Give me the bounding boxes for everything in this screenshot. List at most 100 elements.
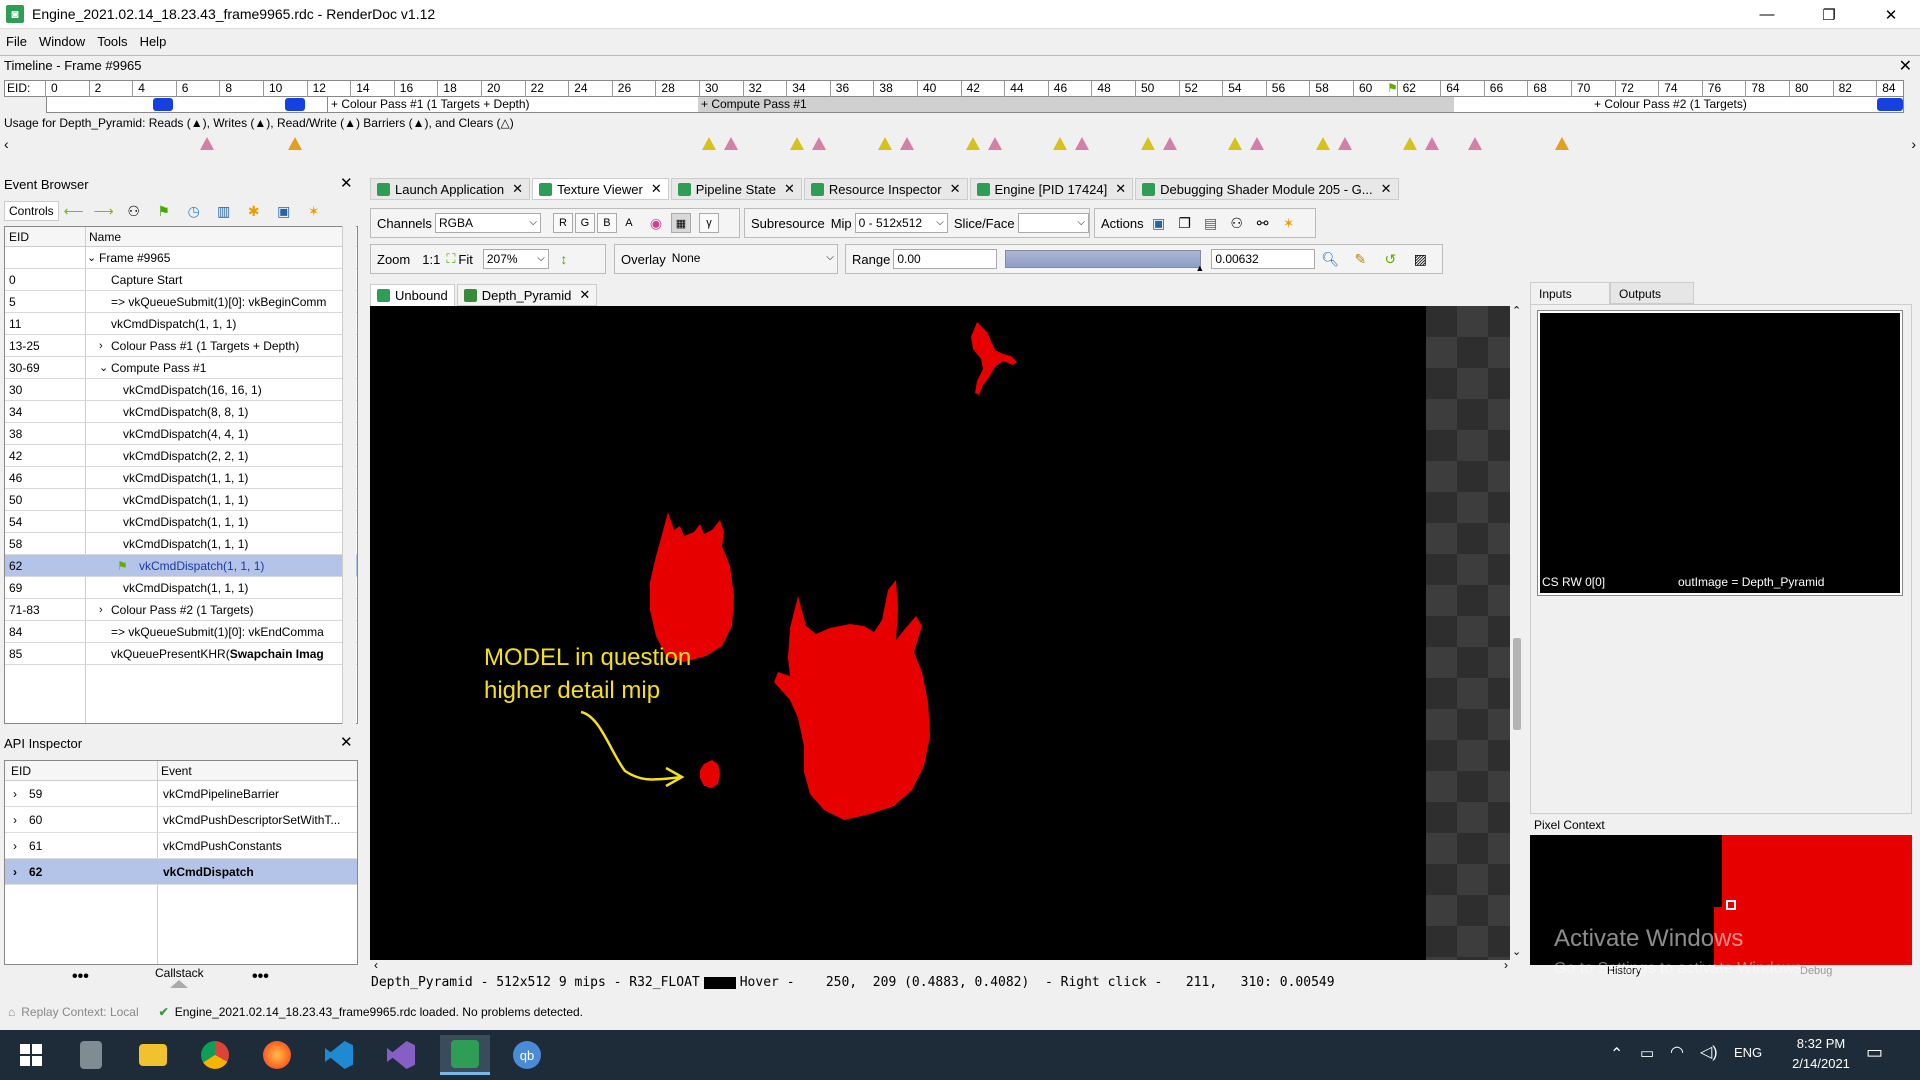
save-texture-icon[interactable]: ▣ [1150, 214, 1168, 232]
event-browser-close-icon[interactable]: ✕ [340, 174, 353, 192]
close-tab-icon[interactable]: ✕ [784, 181, 795, 197]
menu-tools[interactable]: Tools [97, 34, 127, 49]
event-row[interactable]: 58 vkCmdDispatch(1, 1, 1) [5, 533, 357, 555]
event-row[interactable]: 85 vkQueuePresentKHR(Swapchain Imag [5, 643, 357, 665]
event-row[interactable]: 30 vkCmdDispatch(16, 16, 1) [5, 379, 357, 401]
event-row[interactable]: 30-69 ⌄ Compute Pass #1 [5, 357, 357, 379]
event-row[interactable]: 11 vkCmdDispatch(1, 1, 1) [5, 313, 357, 335]
event-row[interactable]: 50 vkCmdDispatch(1, 1, 1) [5, 489, 357, 511]
collapse-chevron-icon[interactable]: ⌄ [87, 247, 96, 269]
menu-help[interactable]: Help [140, 34, 167, 49]
timeline-close-icon[interactable]: ✕ [1899, 56, 1912, 76]
close-tab-icon[interactable]: ✕ [579, 287, 590, 303]
expand-chevron-icon[interactable]: › [13, 807, 17, 833]
event-row[interactable]: 46 vkCmdDispatch(1, 1, 1) [5, 467, 357, 489]
plugin-icon[interactable]: ✶ [1280, 214, 1298, 232]
show-hidden-icons-icon[interactable]: ⌃ [1610, 1044, 1623, 1064]
green-channel-toggle[interactable]: G [574, 213, 595, 233]
expand-chevron-icon[interactable]: › [99, 335, 103, 357]
zoom-select[interactable]: 207% ⌵ [482, 249, 549, 269]
close-tab-icon[interactable]: ✕ [1115, 181, 1126, 197]
flip-y-icon[interactable]: ↕ [555, 250, 573, 268]
range-min-input[interactable]: 0.00 [893, 249, 998, 269]
event-row[interactable]: 5 => vkQueueSubmit(1)[0]: vkBeginComm [5, 291, 357, 313]
color-wheel-icon[interactable]: ◉ [647, 214, 665, 232]
zoom-range-icon[interactable]: 🔍︎ [1321, 250, 1339, 268]
timeline-pass-colour2[interactable]: + Colour Pass #2 (1 Targets) [1591, 97, 1891, 112]
api-row[interactable]: › 59 vkCmdPipelineBarrier [5, 781, 357, 807]
api-inspector-list[interactable]: EID Event › 59 vkCmdPipelineBarrier › 60 vkCm… [4, 760, 358, 965]
gamma-toggle[interactable]: γ [698, 213, 719, 233]
overlay-select[interactable]: None ⌵ [669, 249, 837, 269]
back-arrow-icon[interactable]: ⟵ [64, 202, 84, 220]
histogram-icon[interactable]: ▨ [1411, 250, 1429, 268]
menu-file[interactable]: File [6, 34, 27, 49]
file-explorer-app[interactable] [128, 1035, 178, 1075]
settings-gear-icon[interactable]: ✱ [245, 202, 263, 220]
api-inspector-close-icon[interactable]: ✕ [340, 733, 353, 751]
blue-channel-toggle[interactable]: B [596, 213, 617, 233]
bookmark-flag-icon[interactable]: ⚑ [155, 202, 173, 220]
timing-clock-icon[interactable]: ◷ [185, 202, 203, 220]
event-row[interactable]: 42 vkCmdDispatch(2, 2, 1) [5, 445, 357, 467]
link-icon[interactable]: ⚯ [1254, 214, 1272, 232]
close-tab-icon[interactable]: ✕ [950, 181, 961, 197]
reset-range-icon[interactable]: ↺ [1381, 250, 1399, 268]
range-histogram-slider[interactable]: ▲ [1005, 250, 1204, 273]
fit-icon[interactable]: ⛶ [446, 251, 455, 267]
vertical-scroll-thumb[interactable] [1513, 638, 1521, 730]
event-row[interactable]: 62 ⚑ vkCmdDispatch(1, 1, 1) [5, 555, 357, 577]
tab-debugging-shader[interactable]: Debugging Shader Module 205 - G... ✕ [1135, 178, 1399, 200]
api-row[interactable]: › 61 vkCmdPushConstants [5, 833, 357, 859]
tab-unbound[interactable]: Unbound [370, 284, 455, 306]
visual-studio-app[interactable] [376, 1035, 426, 1075]
renderdoc-taskbar-app[interactable] [440, 1035, 490, 1075]
slice-face-select[interactable]: ⌵ [1017, 213, 1089, 233]
plugin-icon[interactable]: ✶ [305, 202, 323, 220]
event-row[interactable]: 71-83 › Colour Pass #2 (1 Targets) [5, 599, 357, 621]
tab-pipeline-state[interactable]: Pipeline State ✕ [670, 178, 802, 200]
expand-chevron-icon[interactable]: › [99, 599, 103, 621]
output-thumbnail[interactable] [1537, 310, 1903, 596]
more-dots-right[interactable]: ••• [252, 968, 269, 986]
start-button[interactable] [6, 1035, 56, 1075]
channels-select[interactable]: RGBA ⌵ [434, 213, 541, 233]
event-row[interactable]: 13-25 › Colour Pass #1 (1 Targets + Depth) [5, 335, 357, 357]
callstack-toggle[interactable]: Callstack [155, 966, 204, 980]
firefox-app[interactable] [252, 1035, 302, 1075]
expand-chevron-icon[interactable]: › [13, 781, 17, 807]
clock-date[interactable]: 2/14/2021 [1778, 1056, 1864, 1071]
chrome-app[interactable] [190, 1035, 240, 1075]
tab-depth-pyramid[interactable]: Depth_Pyramid ✕ [456, 284, 598, 306]
copy-icon[interactable]: ❐ [1176, 214, 1194, 232]
battery-icon[interactable]: ▭ [1640, 1044, 1654, 1062]
timeline-scrollbar[interactable]: ‹ › [0, 136, 1920, 154]
expand-chevron-icon[interactable]: › [13, 833, 17, 859]
close-tab-icon[interactable]: ✕ [512, 181, 523, 197]
open-texture-icon[interactable]: ▤ [1202, 214, 1220, 232]
viewport-horizontal-scrollbar[interactable]: ‹ › [370, 958, 1512, 974]
calculator-app[interactable] [66, 1035, 116, 1075]
event-row[interactable]: 84 => vkQueueSubmit(1)[0]: vkEndComma [5, 621, 357, 643]
qbittorrent-app[interactable]: qb [502, 1035, 552, 1075]
red-channel-toggle[interactable]: R [552, 213, 573, 233]
close-tab-icon[interactable]: ✕ [1381, 181, 1392, 197]
clock-time[interactable]: 8:32 PM [1786, 1036, 1856, 1051]
close-tab-icon[interactable]: ✕ [651, 181, 662, 197]
event-row[interactable]: 34 vkCmdDispatch(8, 8, 1) [5, 401, 357, 423]
mip-select[interactable]: 0 - 512x512 ⌵ [854, 213, 948, 233]
more-dots-left[interactable]: ••• [72, 968, 89, 986]
tab-inputs[interactable]: Inputs [1530, 282, 1610, 304]
menu-window[interactable]: Window [39, 34, 85, 49]
event-row[interactable]: 69 vkCmdDispatch(1, 1, 1) [5, 577, 357, 599]
checkerboard-icon[interactable]: ▦ [670, 213, 691, 233]
tab-engine-pid[interactable]: Engine [PID 17424] ✕ [969, 178, 1134, 200]
texture-viewport[interactable]: MODEL in question higher detail mip [370, 306, 1426, 960]
language-indicator[interactable]: ENG [1734, 1045, 1762, 1060]
tab-outputs[interactable]: Outputs [1610, 282, 1694, 304]
maximize-button[interactable]: ❐ [1806, 0, 1852, 29]
range-max-input[interactable]: 0.00632 [1211, 249, 1316, 269]
minimize-button[interactable]: — [1744, 0, 1790, 29]
event-row[interactable]: 0 Capture Start [5, 269, 357, 291]
wifi-icon[interactable]: ◠ [1670, 1042, 1684, 1062]
